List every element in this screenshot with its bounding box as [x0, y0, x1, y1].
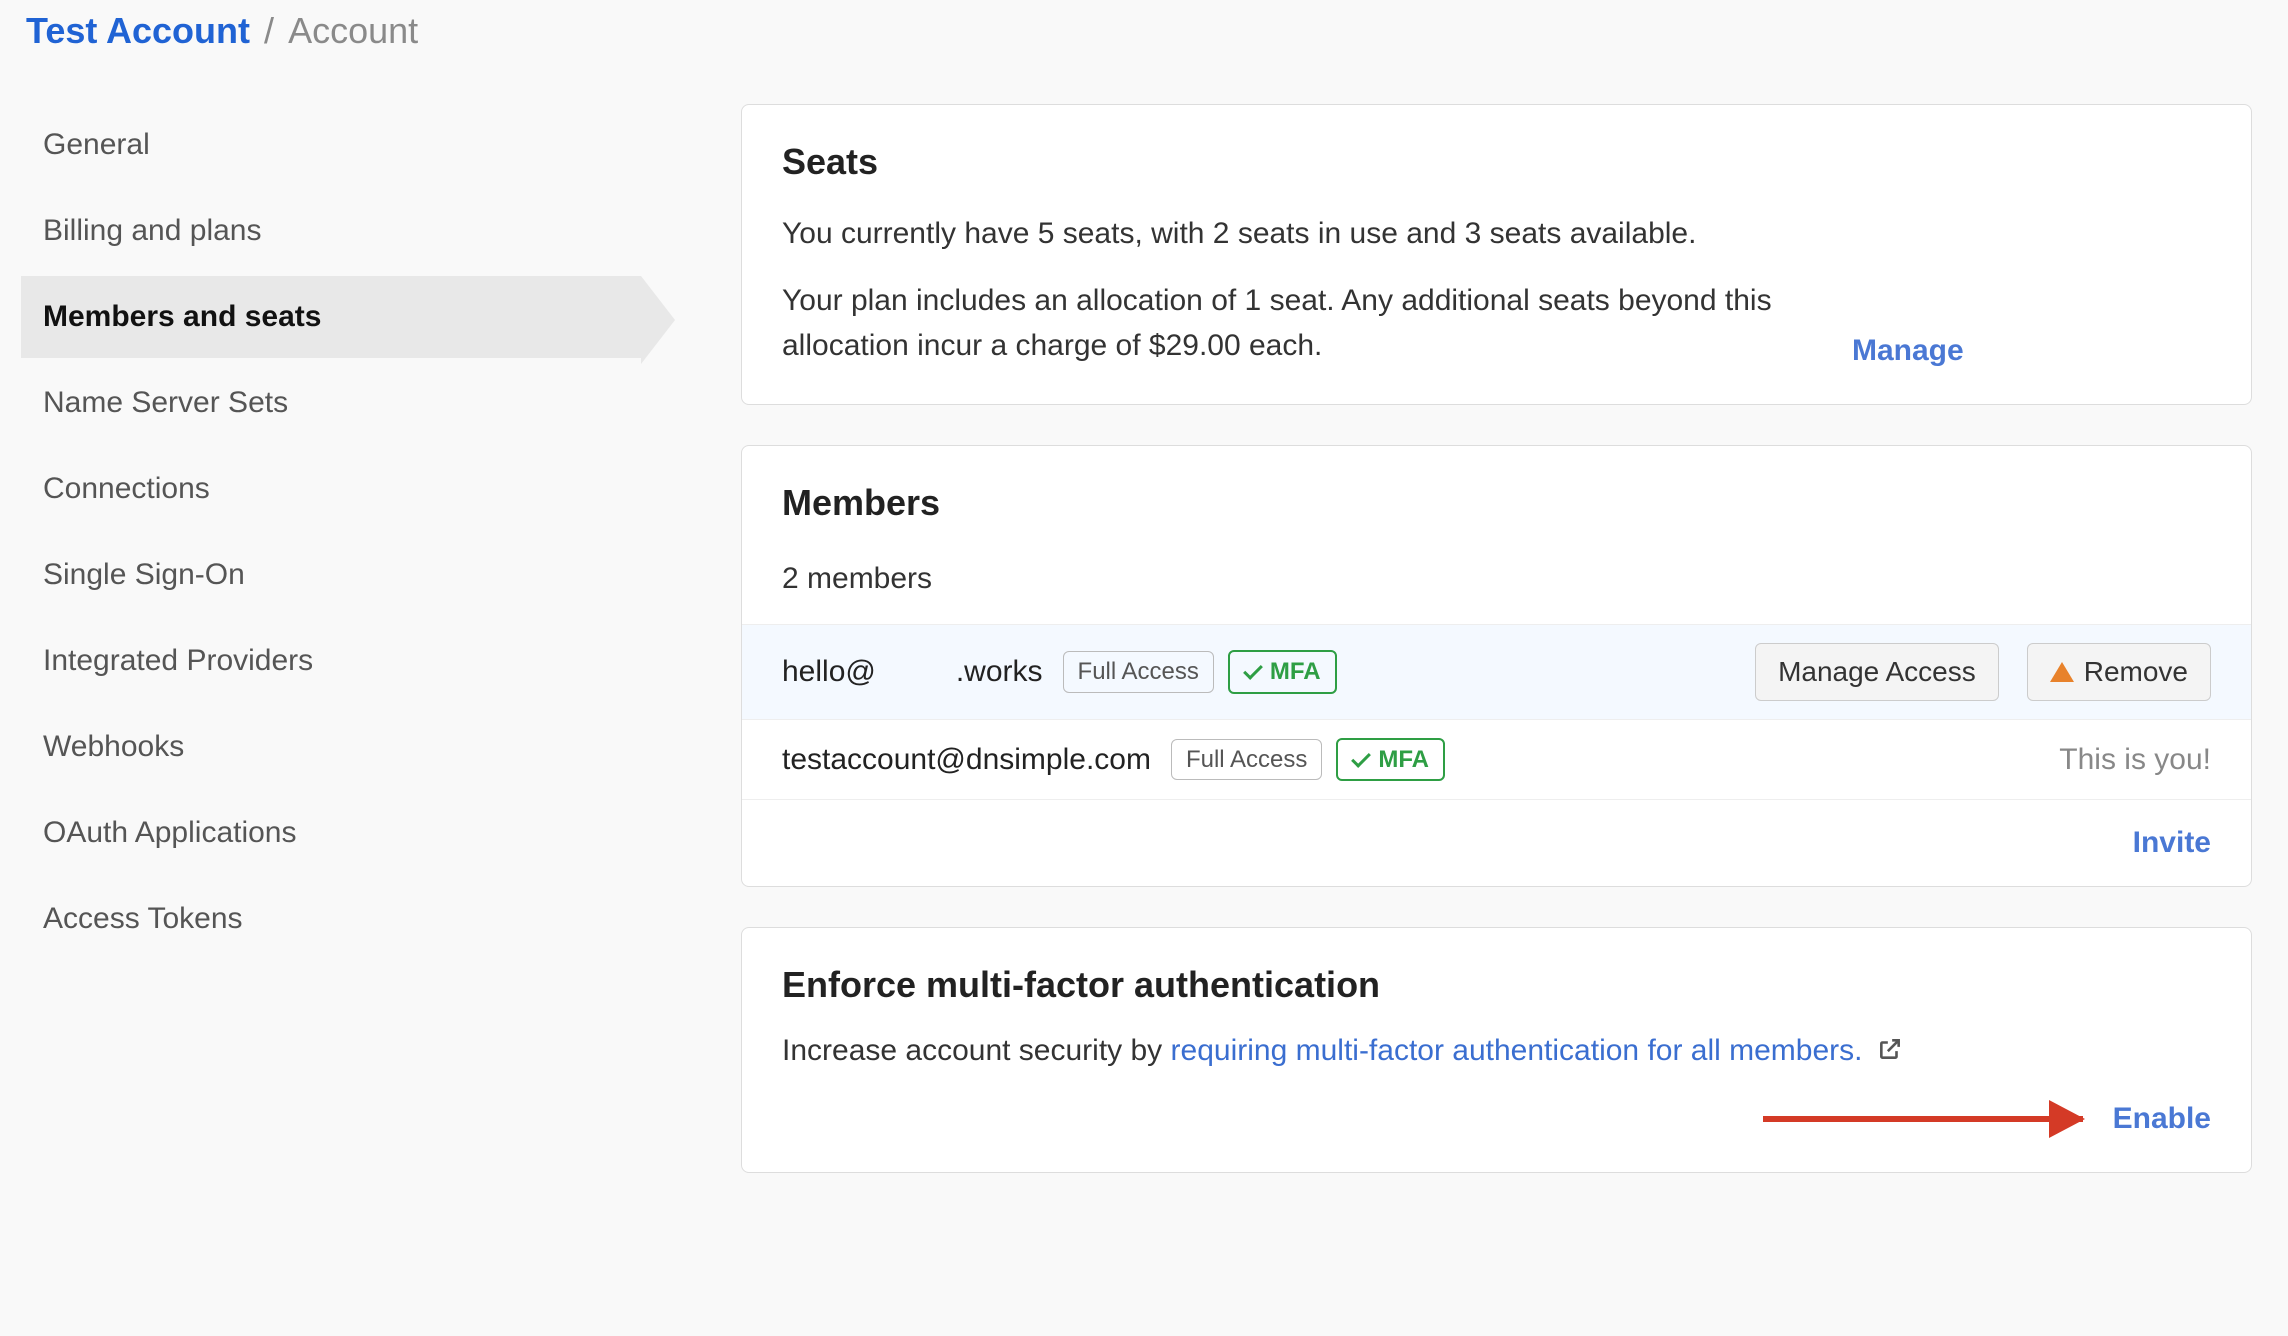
- member-email: hello@.works: [782, 655, 1043, 689]
- breadcrumb-account-link[interactable]: Test Account: [26, 10, 250, 51]
- manage-access-button[interactable]: Manage Access: [1755, 643, 1999, 701]
- check-icon: [1351, 748, 1371, 768]
- enforce-mfa-card: Enforce multi-factor authentication Incr…: [741, 927, 2252, 1173]
- enable-mfa-link[interactable]: Enable: [2113, 1102, 2211, 1136]
- member-row: hello@.works Full Access MFA Manage Acce…: [742, 624, 2251, 719]
- mfa-docs-link[interactable]: requiring multi-factor authentication fo…: [1171, 1034, 1863, 1067]
- seats-plan-text: Your plan includes an allocation of 1 se…: [782, 278, 1812, 368]
- breadcrumb-current: Account: [288, 10, 418, 51]
- sidebar-item-members-seats[interactable]: Members and seats: [21, 276, 641, 358]
- main-content: Seats You currently have 5 seats, with 2…: [741, 76, 2252, 1213]
- access-badge: Full Access: [1063, 651, 1214, 692]
- sidebar-item-general[interactable]: General: [21, 104, 641, 186]
- sidebar: General Billing and plans Members and se…: [21, 76, 641, 1213]
- mfa-badge: MFA: [1336, 738, 1445, 781]
- seats-title: Seats: [782, 141, 2211, 183]
- check-icon: [1243, 660, 1263, 680]
- external-link-icon: [1871, 1034, 1903, 1067]
- enforce-mfa-title: Enforce multi-factor authentication: [782, 964, 2211, 1006]
- member-email: testaccount@dnsimple.com: [782, 743, 1151, 777]
- sidebar-item-integrated-providers[interactable]: Integrated Providers: [21, 620, 641, 702]
- this-is-you-label: This is you!: [2059, 743, 2211, 777]
- remove-member-button[interactable]: Remove: [2027, 643, 2211, 701]
- members-card: Members 2 members hello@.works Full Acce…: [741, 445, 2252, 887]
- sidebar-item-sso[interactable]: Single Sign-On: [21, 534, 641, 616]
- callout-arrow-icon: [1763, 1116, 2083, 1122]
- sidebar-item-oauth-apps[interactable]: OAuth Applications: [21, 792, 641, 874]
- sidebar-item-access-tokens[interactable]: Access Tokens: [21, 878, 641, 960]
- seats-card: Seats You currently have 5 seats, with 2…: [741, 104, 2252, 405]
- breadcrumb-separator: /: [264, 10, 274, 51]
- members-count: 2 members: [742, 562, 2251, 624]
- manage-seats-link[interactable]: Manage: [1852, 334, 1964, 368]
- enforce-mfa-text: Increase account security by requiring m…: [782, 1034, 2211, 1068]
- seats-summary-text: You currently have 5 seats, with 2 seats…: [782, 211, 1812, 256]
- member-row: testaccount@dnsimple.com Full Access MFA…: [742, 719, 2251, 799]
- sidebar-item-name-server-sets[interactable]: Name Server Sets: [21, 362, 641, 444]
- access-badge: Full Access: [1171, 739, 1322, 780]
- sidebar-item-connections[interactable]: Connections: [21, 448, 641, 530]
- sidebar-item-billing[interactable]: Billing and plans: [21, 190, 641, 272]
- breadcrumb: Test Account / Account: [26, 10, 2252, 52]
- invite-member-link[interactable]: Invite: [2133, 826, 2211, 860]
- sidebar-item-webhooks[interactable]: Webhooks: [21, 706, 641, 788]
- warning-icon: [2050, 662, 2074, 682]
- members-title: Members: [782, 482, 2211, 524]
- mfa-badge: MFA: [1228, 650, 1337, 693]
